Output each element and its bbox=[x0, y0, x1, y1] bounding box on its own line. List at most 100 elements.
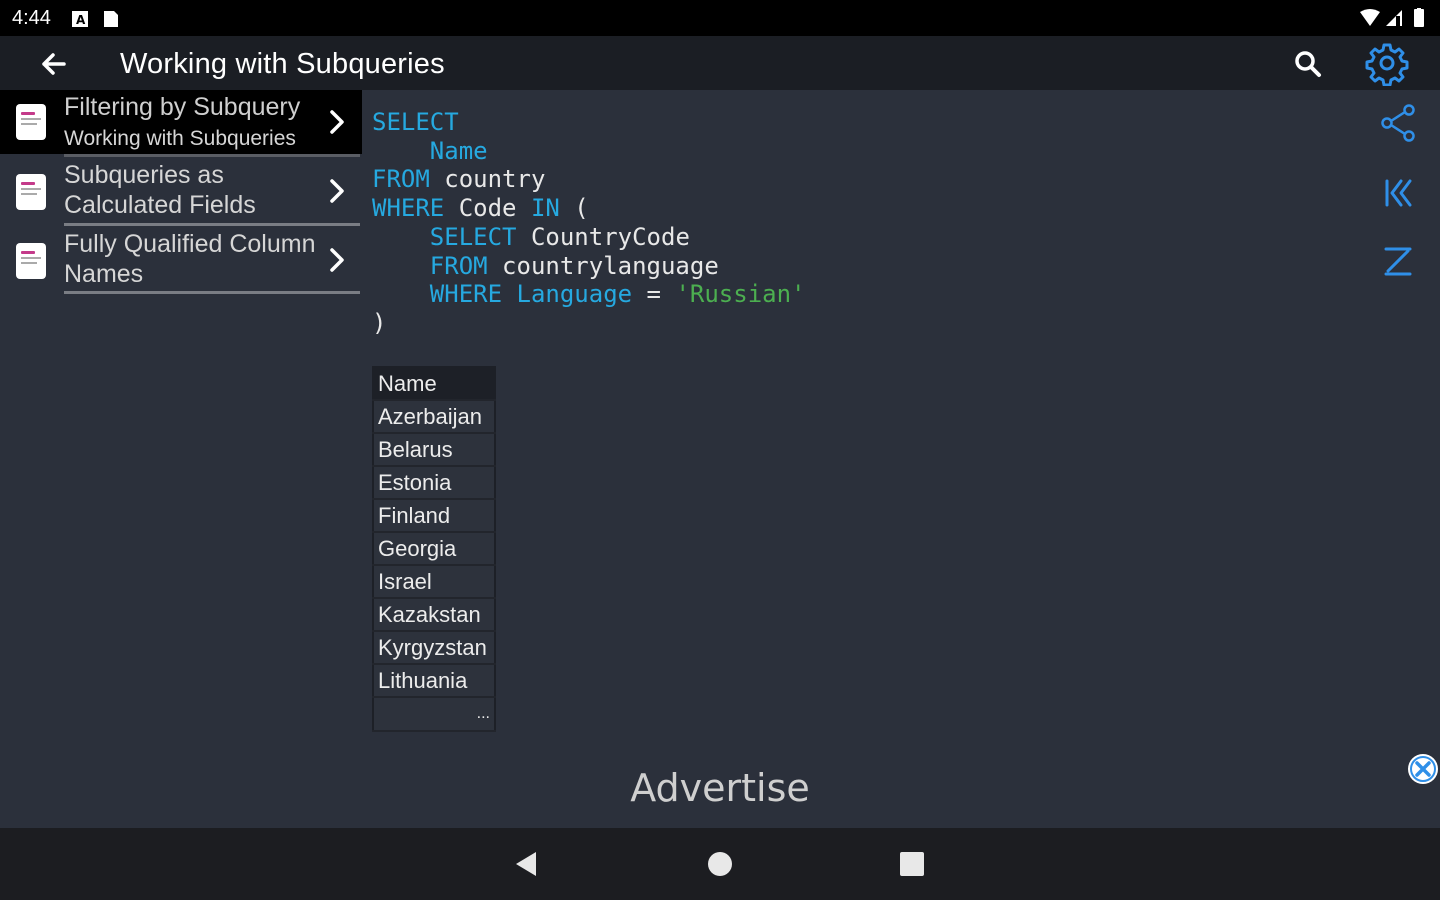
code-line: SELECT bbox=[372, 108, 1272, 137]
status-bar: 4:44 A bbox=[0, 0, 1440, 36]
code-line: Name bbox=[372, 137, 1272, 166]
table-cell: Finland bbox=[373, 499, 495, 533]
code-token: ( bbox=[559, 194, 589, 223]
table-row-more: ... bbox=[373, 697, 495, 732]
sidebar-item-filtering-by-subquery[interactable]: Filtering by Subquery Working with Subqu… bbox=[0, 90, 362, 157]
share-button[interactable] bbox=[1376, 100, 1422, 146]
table-cell: Lithuania bbox=[373, 664, 495, 698]
sidebar-item-subtitle: Working with Subqueries bbox=[64, 127, 296, 150]
first-page-button[interactable] bbox=[1376, 170, 1422, 216]
status-time: 4:44 bbox=[12, 7, 51, 29]
table-row: Finland bbox=[373, 499, 495, 533]
item-divider bbox=[64, 291, 360, 294]
gear-icon bbox=[1365, 43, 1409, 87]
notification-icons: A bbox=[72, 11, 118, 27]
table-cell: Kyrgyzstan bbox=[373, 631, 495, 665]
table-cell: Belarus bbox=[373, 433, 495, 467]
code-token: SELECT bbox=[372, 108, 459, 136]
table-cell: Kazakstan bbox=[373, 598, 495, 632]
share-icon bbox=[1381, 104, 1415, 142]
sidebar-item-subqueries-as-calculated-fields[interactable]: Subqueries as Calculated Fields bbox=[0, 158, 362, 226]
code-token: ) bbox=[372, 308, 387, 337]
last-page-button[interactable] bbox=[1376, 238, 1422, 284]
search-button[interactable] bbox=[1288, 46, 1328, 82]
code-line: SELECT CountryCode bbox=[372, 223, 1272, 252]
code-token: CountryCode bbox=[516, 222, 690, 251]
column-header: Name bbox=[373, 367, 495, 401]
table-row: Georgia bbox=[373, 532, 495, 566]
close-icon bbox=[1408, 754, 1438, 784]
code-token: WHERE bbox=[372, 194, 445, 223]
sidebar-item-title: Subqueries as Calculated Fields bbox=[64, 161, 256, 219]
first-page-icon bbox=[1385, 179, 1412, 207]
settings-button[interactable] bbox=[1364, 40, 1410, 87]
item-divider bbox=[64, 154, 360, 157]
item-divider bbox=[64, 223, 360, 226]
table-row: Israel bbox=[373, 565, 495, 599]
nav-recents-button[interactable] bbox=[896, 848, 928, 880]
app-bar: Working with Subqueries bbox=[0, 36, 1440, 90]
nav-home-button[interactable] bbox=[704, 848, 736, 880]
code-token: Name bbox=[429, 136, 488, 165]
table-cell: Estonia bbox=[373, 466, 495, 500]
sql-code-block: SELECT Name FROM country WHERE Code IN ( S… bbox=[372, 108, 1272, 338]
code-line: FROM country bbox=[372, 165, 1272, 194]
sidebar-item-title: Filtering by Subquery bbox=[64, 93, 301, 121]
nav-back-button[interactable] bbox=[510, 848, 542, 880]
table-row: Kyrgyzstan bbox=[373, 631, 495, 665]
system-status-icons bbox=[1360, 8, 1424, 27]
code-token: SELECT bbox=[429, 222, 517, 251]
page-title: Working with Subqueries bbox=[120, 48, 445, 80]
ad-close-button[interactable] bbox=[1406, 752, 1440, 786]
sidebar-item-title: Fully Qualified Column Names bbox=[64, 230, 316, 288]
triangle-back-icon bbox=[516, 852, 536, 876]
code-token: Language bbox=[516, 280, 633, 309]
square-recents-icon bbox=[900, 852, 924, 876]
code-line: WHERE Language = 'Russian' bbox=[372, 280, 1272, 309]
chevron-right-icon bbox=[330, 179, 344, 203]
more-rows-indicator[interactable]: ... bbox=[373, 697, 495, 732]
code-token: 'Russian' bbox=[675, 280, 806, 309]
code-token: IN bbox=[530, 194, 560, 223]
search-icon bbox=[1295, 51, 1321, 77]
circle-home-icon bbox=[708, 852, 732, 876]
code-token: WHERE bbox=[429, 280, 503, 309]
table-header-row: Name bbox=[373, 367, 495, 401]
table-row: Estonia bbox=[373, 466, 495, 500]
table-cell: Israel bbox=[373, 565, 495, 599]
document-icon bbox=[16, 243, 46, 279]
query-result-table: Name Azerbaijan Belarus Estonia Finland Geor… bbox=[372, 366, 496, 732]
sidebar-item-fully-qualified-column-names[interactable]: Fully Qualified Column Names bbox=[0, 227, 362, 295]
last-page-icon bbox=[1384, 247, 1412, 276]
chevron-right-icon bbox=[330, 248, 344, 272]
table-row: Kazakstan bbox=[373, 598, 495, 632]
table-cell: Georgia bbox=[373, 532, 495, 566]
table-cell: Azerbaijan bbox=[373, 400, 495, 434]
code-token: FROM bbox=[372, 165, 430, 194]
code-token: = bbox=[632, 280, 676, 309]
code-token: FROM bbox=[429, 251, 488, 280]
chevron-right-icon bbox=[330, 110, 344, 134]
code-line: FROM countrylanguage bbox=[372, 252, 1272, 281]
code-line: WHERE Code IN ( bbox=[372, 194, 1272, 223]
table-row: Azerbaijan bbox=[373, 400, 495, 434]
document-icon bbox=[16, 174, 46, 210]
lesson-sidebar: Filtering by Subquery Working with Subqu… bbox=[0, 90, 362, 828]
ad-banner[interactable]: Advertise bbox=[0, 766, 1440, 810]
document-icon bbox=[16, 104, 46, 140]
arrow-left-icon bbox=[42, 53, 66, 75]
code-token: country bbox=[429, 165, 546, 194]
code-token: Code bbox=[444, 194, 531, 223]
system-nav-bar bbox=[0, 828, 1440, 900]
code-token: countrylanguage bbox=[487, 251, 719, 280]
back-button[interactable] bbox=[34, 46, 74, 82]
table-row: Lithuania bbox=[373, 664, 495, 698]
code-line: ) bbox=[372, 309, 1272, 338]
svg-text:A: A bbox=[76, 13, 86, 27]
table-row: Belarus bbox=[373, 433, 495, 467]
